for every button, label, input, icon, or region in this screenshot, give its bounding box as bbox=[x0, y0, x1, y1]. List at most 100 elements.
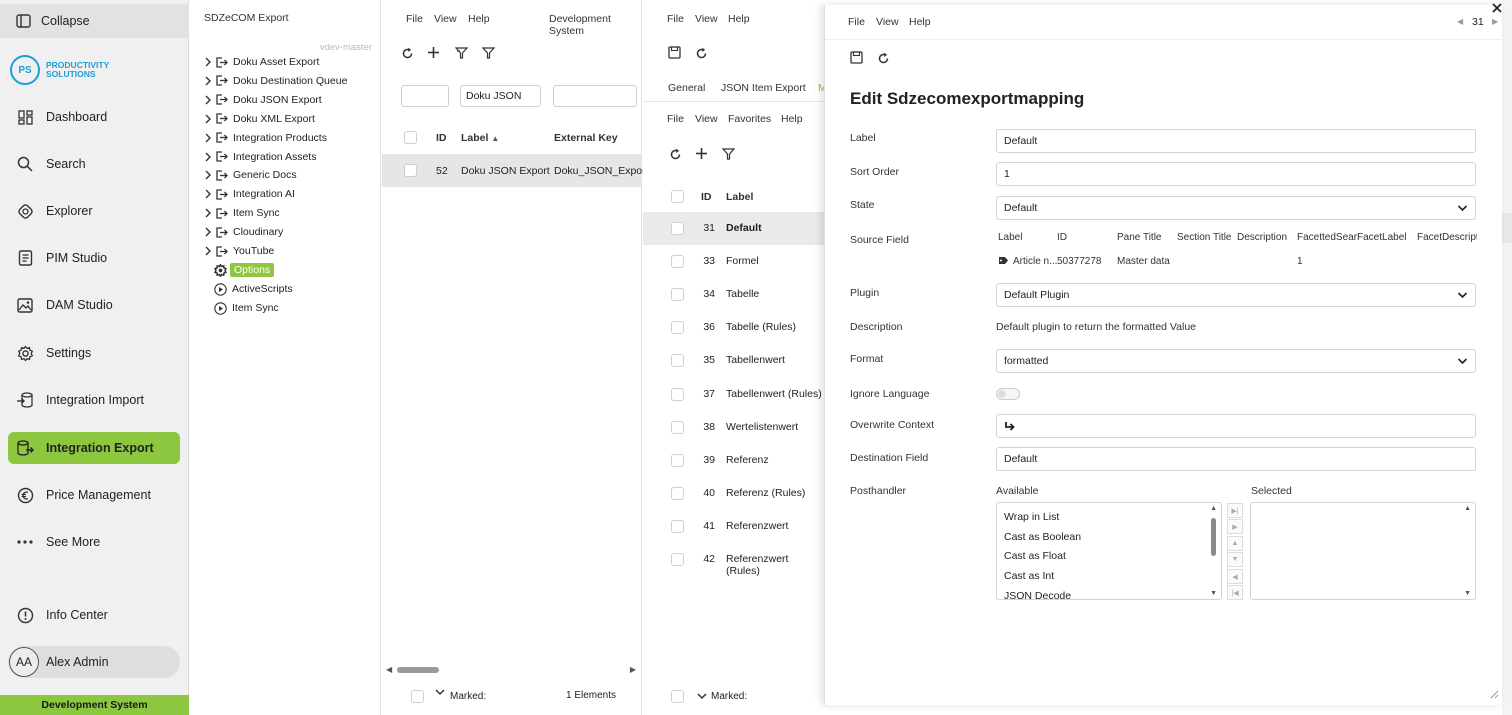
column-header-label[interactable]: Label ▲ bbox=[461, 132, 499, 144]
table-row[interactable]: 40 Referenz (Rules) bbox=[643, 477, 825, 510]
column-header-id[interactable]: ID bbox=[701, 191, 712, 203]
move-left-button[interactable]: ◀ bbox=[1227, 569, 1243, 584]
move-up-button[interactable]: ▲ bbox=[1227, 536, 1243, 551]
row-checkbox[interactable] bbox=[671, 420, 684, 434]
menu-view[interactable]: View bbox=[876, 16, 899, 28]
list-item[interactable]: Cast as Int bbox=[1004, 570, 1054, 582]
sort-order-input[interactable]: 1 bbox=[996, 162, 1476, 186]
selected-list[interactable]: ▲ ▼ bbox=[1250, 502, 1476, 600]
chevron-right-icon[interactable] bbox=[204, 76, 216, 86]
scroll-up-icon[interactable]: ▲ bbox=[1464, 505, 1471, 512]
table-row[interactable]: 36 Tabelle (Rules) bbox=[643, 311, 825, 344]
list-item[interactable]: Wrap in List bbox=[1004, 511, 1059, 523]
filter-icon[interactable] bbox=[482, 47, 495, 59]
nav-dam-studio[interactable]: DAM Studio bbox=[8, 289, 180, 321]
scroll-left-icon[interactable]: ◀ bbox=[386, 665, 392, 674]
filter-settings-icon[interactable] bbox=[455, 47, 468, 59]
scroll-up-icon[interactable]: ▲ bbox=[1210, 505, 1217, 512]
format-select[interactable]: formatted bbox=[996, 349, 1476, 373]
scrollbar-thumb[interactable] bbox=[397, 667, 439, 673]
row-checkbox[interactable] bbox=[671, 222, 684, 235]
submenu-file[interactable]: File bbox=[667, 113, 684, 125]
column-header-external-key[interactable]: External Key bbox=[554, 132, 618, 144]
list-item[interactable]: Cast as Float bbox=[1004, 550, 1066, 562]
source-col-section-title[interactable]: Section Title bbox=[1177, 232, 1231, 243]
chevron-right-icon[interactable] bbox=[204, 152, 216, 162]
source-row-pane-title[interactable]: Master data bbox=[1117, 256, 1170, 267]
nav-info-center[interactable]: Info Center bbox=[8, 599, 180, 631]
chevron-right-icon[interactable] bbox=[204, 208, 216, 218]
nav-price-management[interactable]: Price Management bbox=[8, 479, 180, 511]
save-icon[interactable] bbox=[668, 46, 681, 59]
tree-item[interactable]: Integration AI bbox=[204, 185, 295, 203]
filter-icon[interactable] bbox=[722, 148, 735, 160]
table-row[interactable]: 33 Formel bbox=[643, 245, 825, 278]
nav-explorer[interactable]: Explorer bbox=[8, 195, 180, 227]
source-col-pane-title[interactable]: Pane Title bbox=[1117, 232, 1161, 243]
chevron-right-icon[interactable] bbox=[204, 170, 216, 180]
nav-see-more[interactable]: See More bbox=[8, 526, 180, 558]
table-row[interactable]: 52 Doku JSON Export Doku_JSON_Export bbox=[382, 154, 649, 187]
tree-item[interactable]: Doku JSON Export bbox=[204, 91, 322, 109]
next-record-icon[interactable]: ▶ bbox=[1492, 17, 1498, 26]
submenu-favorites[interactable]: Favorites bbox=[728, 113, 771, 125]
source-col-facetted[interactable]: FacettedSear bbox=[1297, 232, 1357, 243]
table-row[interactable]: 39 Referenz bbox=[643, 444, 825, 477]
nav-integration-export[interactable]: Integration Export bbox=[8, 432, 180, 464]
chevron-right-icon[interactable] bbox=[204, 133, 216, 143]
chevron-right-icon[interactable] bbox=[204, 114, 216, 124]
move-right-button[interactable]: ▶ bbox=[1227, 519, 1243, 534]
user-menu[interactable]: AA Alex Admin bbox=[8, 646, 180, 678]
nav-settings[interactable]: Settings bbox=[8, 337, 180, 369]
move-down-button[interactable]: ▼ bbox=[1227, 552, 1243, 567]
collapse-button[interactable]: Collapse bbox=[0, 4, 189, 38]
chevron-right-icon[interactable] bbox=[204, 57, 216, 67]
destination-field-input[interactable]: Default bbox=[996, 447, 1476, 471]
source-col-label[interactable]: Label bbox=[998, 232, 1022, 243]
menu-help[interactable]: Help bbox=[909, 16, 931, 28]
select-all-checkbox[interactable] bbox=[404, 131, 417, 144]
table-row[interactable]: 37 Tabellenwert (Rules) bbox=[643, 378, 825, 411]
tab-json-item-export[interactable]: JSON Item Export bbox=[721, 82, 806, 94]
menu-file[interactable]: File bbox=[406, 13, 423, 25]
resize-handle-icon[interactable] bbox=[1489, 689, 1499, 699]
refresh-icon[interactable] bbox=[401, 47, 414, 60]
chevron-down-icon[interactable] bbox=[697, 692, 707, 700]
menu-help[interactable]: Help bbox=[468, 13, 490, 25]
tree-item[interactable]: Cloudinary bbox=[204, 223, 283, 241]
chevron-down-icon[interactable] bbox=[435, 688, 445, 696]
footer-checkbox[interactable] bbox=[671, 690, 684, 703]
scroll-down-icon[interactable]: ▼ bbox=[1210, 590, 1217, 597]
move-all-right-button[interactable]: ▶| bbox=[1227, 503, 1243, 518]
label-filter-input[interactable]: Doku JSON bbox=[460, 85, 541, 107]
tree-item[interactable]: Integration Products bbox=[204, 129, 327, 147]
submenu-help[interactable]: Help bbox=[781, 113, 803, 125]
row-checkbox[interactable] bbox=[671, 288, 684, 302]
tree-item[interactable]: Doku Destination Queue bbox=[204, 72, 347, 90]
source-col-facet-label[interactable]: FacetLabel bbox=[1357, 232, 1406, 243]
chevron-right-icon[interactable] bbox=[204, 246, 216, 256]
source-row-facetted[interactable]: 1 bbox=[1297, 256, 1303, 267]
link-arrow-icon[interactable] bbox=[1004, 421, 1016, 432]
state-select[interactable]: Default bbox=[996, 196, 1476, 220]
add-icon[interactable] bbox=[695, 147, 708, 160]
row-checkbox[interactable] bbox=[671, 553, 684, 566]
table-row[interactable]: 38 Wertelistenwert bbox=[643, 411, 825, 444]
tree-item[interactable]: Generic Docs bbox=[204, 166, 297, 184]
menu-view[interactable]: View bbox=[695, 13, 718, 25]
table-row[interactable]: 35 Tabellenwert bbox=[643, 344, 825, 377]
tree-item-options[interactable]: Options bbox=[214, 261, 275, 279]
horizontal-scrollbar[interactable]: ◀ ▶ bbox=[386, 665, 638, 675]
source-col-facet-description[interactable]: FacetDescript bbox=[1417, 232, 1477, 243]
refresh-icon[interactable] bbox=[695, 47, 708, 60]
id-filter-input[interactable] bbox=[401, 85, 449, 107]
nav-dashboard[interactable]: Dashboard bbox=[8, 101, 180, 133]
tree-item[interactable]: YouTube bbox=[204, 242, 274, 260]
menu-file[interactable]: File bbox=[848, 16, 865, 28]
source-col-description[interactable]: Description bbox=[1237, 232, 1287, 243]
available-list[interactable]: Wrap in List Cast as Boolean Cast as Float… bbox=[996, 502, 1222, 600]
chevron-right-icon[interactable] bbox=[204, 227, 216, 237]
tree-item-item-sync-script[interactable]: Item Sync bbox=[214, 299, 279, 317]
menu-file[interactable]: File bbox=[667, 13, 684, 25]
menu-view[interactable]: View bbox=[434, 13, 457, 25]
